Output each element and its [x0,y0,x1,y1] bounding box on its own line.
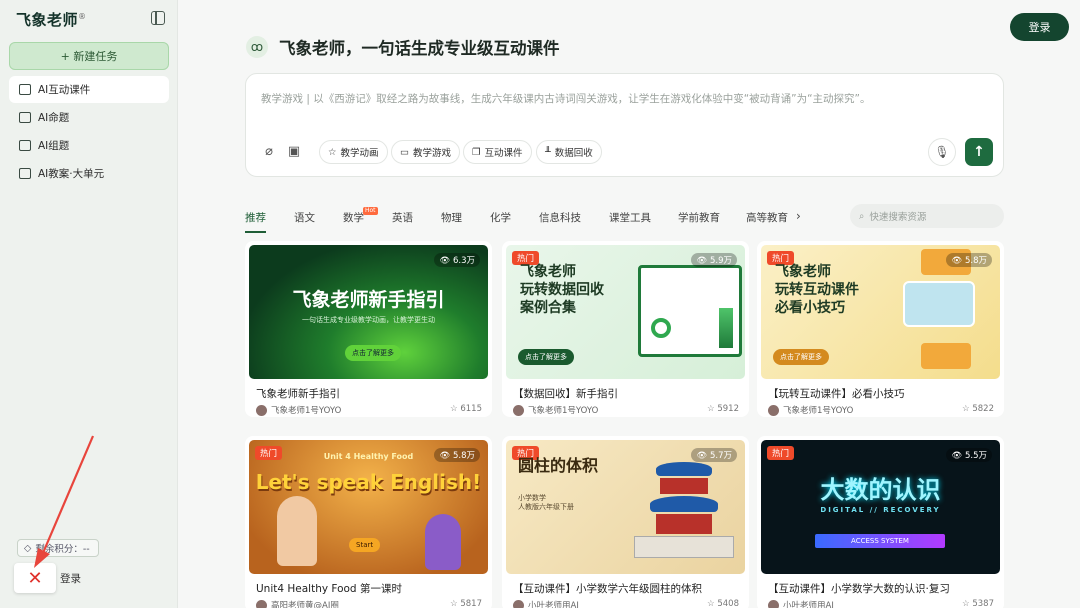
star-count: ☆ 5912 [707,404,739,414]
card-thumbnail: 飞象老师新手指引 一句话生成专业级教学动画，让教学更生动 点击了解更多 👁 6.… [249,245,488,379]
card-title: 【玩转互动课件】必看小技巧 [768,388,905,400]
chip-interactive-courseware[interactable]: ❐ 互动课件 [463,140,532,164]
points-badge: ◇ 剩余积分：-- [17,539,99,557]
tab-math[interactable]: 数学 [343,210,364,225]
card-author: 飞象老师1号YOYO [513,404,598,416]
question-icon [19,112,31,123]
avatar [256,599,267,608]
page-title: 飞象老师，一句话生成专业级互动课件 [279,39,560,58]
prompt-box[interactable]: 教学游戏 | 以《西游记》取经之路为故事线，生成六年级课内古诗词闯关游戏，让学生… [245,73,1004,177]
tab-classroom-tools[interactable]: 课堂工具 [609,210,651,225]
chip-teaching-animation[interactable]: ☆ 教学动画 [319,140,388,164]
resource-card[interactable]: 热门 大数的认识 DIGITAL // RECOVERY ACCESS SYST… [757,436,1004,608]
brand-logo-icon: ꝏ [246,36,268,58]
microphone-icon[interactable]: 🎙 [928,138,956,166]
tab-higher-ed[interactable]: 高等教育 [746,210,788,225]
card-title: 【互动课件】小学数学六年级圆柱的体积 [513,583,702,595]
sidebar-item-ai-courseware[interactable]: AI互动课件 [9,76,169,103]
resource-card[interactable]: 热门 Unit 4 Healthy Food Let's speak Engli… [245,436,492,608]
sidebar-item-label: AI教案·大单元 [38,168,105,180]
tab-recommend[interactable]: 推荐 [245,210,266,233]
sidebar-login[interactable]: ✕ 登录 [14,563,94,593]
courseware-icon [19,84,31,95]
chart-icon: ╨ [545,146,551,158]
search-input[interactable]: ⌕ 快速搜索资源 [850,204,1004,228]
sidebar-item-label: AI互动课件 [38,84,91,96]
send-button[interactable]: ↑ [965,138,993,166]
card-author: 飞象老师1号YOYO [768,404,853,416]
views-count: 👁 5.5万 [946,448,992,462]
sidebar: 飞象老师® + 新建任务 AI互动课件 AI命题 AI组题 AI教案·大单元 ◇… [0,0,178,608]
card-author: 高阳老师黄@AI圈 [256,599,339,608]
card-author: 小叶老师用AI [768,599,834,608]
dashboard-preview [638,265,742,357]
chip-data-collection[interactable]: ╨ 数据回收 [536,140,602,164]
views-count: 👁 5.8万 [434,448,480,462]
card-thumbnail: 热门 Unit 4 Healthy Food Let's speak Engli… [249,440,488,574]
star-count: ☆ 5822 [962,404,994,414]
login-button[interactable]: 登录 [1010,13,1069,41]
book-icon [19,168,31,179]
card-title: Unit4 Healthy Food 第一课时 [256,583,402,595]
views-count: 👁 5.7万 [691,448,737,462]
search-icon: ⌕ [859,210,865,222]
star-count: ☆ 5387 [962,599,994,608]
avatar [256,404,267,416]
star-count: ☆ 5408 [707,599,739,608]
card-thumbnail: 热门 大数的认识 DIGITAL // RECOVERY ACCESS SYST… [761,440,1000,574]
star-count: ☆ 5817 [450,599,482,608]
game-icon: ▭ [400,146,409,158]
new-task-button[interactable]: + 新建任务 [9,42,169,70]
sidebar-item-ai-paper[interactable]: AI组题 [9,132,169,159]
avatar [513,404,524,416]
prompt-input[interactable]: 教学游戏 | 以《西游记》取经之路为故事线，生成六年级课内古诗词闯关游戏，让学生… [261,91,870,106]
views-count: 👁 5.8万 [946,253,992,267]
sidebar-item-label: AI命题 [38,112,70,124]
sidebar-item-label: AI组题 [38,140,70,152]
sidebar-item-ai-lesson-plan[interactable]: AI教案·大单元 [9,160,169,187]
sidebar-collapse-icon[interactable] [151,11,165,25]
attachment-icon[interactable]: ⌀ [262,145,276,159]
resource-card[interactable]: 热门 飞象老师 玩转数据回收 案例合集 点击了解更多 👁 5.9万 【数据回收】… [502,241,749,417]
tab-chemistry[interactable]: 化学 [490,210,511,225]
avatar [513,599,524,608]
hot-badge: Hot [363,207,378,215]
card-title: 飞象老师新手指引 [256,388,340,400]
tab-chinese[interactable]: 语文 [294,210,315,225]
resource-card[interactable]: 飞象老师新手指引 一句话生成专业级教学动画，让教学更生动 点击了解更多 👁 6.… [245,241,492,417]
tab-physics[interactable]: 物理 [441,210,462,225]
card-title: 【互动课件】小学数学大数的认识·复习 [768,583,950,595]
chevron-right-icon[interactable]: › [796,209,801,223]
resource-card[interactable]: 热门 圆柱的体积 小学数学 人教版六年级下册 👁 5.7万 【互动课件】小学数学… [502,436,749,608]
views-count: 👁 5.9万 [691,253,737,267]
chip-teaching-game[interactable]: ▭ 教学游戏 [391,140,460,164]
card-thumbnail: 热门 飞象老师 玩转互动课件 必看小技巧 点击了解更多 👁 5.8万 [761,245,1000,379]
star-count: ☆ 6115 [450,404,482,414]
avatar [768,599,779,608]
courseware-icon: ❐ [472,146,481,158]
close-icon[interactable]: ✕ [14,563,56,593]
tab-it[interactable]: 信息科技 [539,210,581,225]
card-thumbnail: 热门 圆柱的体积 小学数学 人教版六年级下册 👁 5.7万 [506,440,745,574]
paper-icon [19,140,31,151]
views-count: 👁 6.3万 [434,253,480,267]
card-author: 飞象老师1号YOYO [256,404,341,416]
sidebar-nav: AI互动课件 AI命题 AI组题 AI教案·大单元 [9,76,169,188]
card-author: 小叶老师用AI [513,599,579,608]
card-title: 【数据回收】新手指引 [513,388,618,400]
hot-tag: 热门 [767,446,795,460]
tab-preschool[interactable]: 学前教育 [678,210,720,225]
sidebar-item-ai-question[interactable]: AI命题 [9,104,169,131]
tab-english[interactable]: 英语 [392,210,413,225]
avatar [768,404,779,416]
app-logo[interactable]: 飞象老师® [16,9,87,30]
image-icon[interactable]: ▣ [287,145,301,159]
card-thumbnail: 热门 飞象老师 玩转数据回收 案例合集 点击了解更多 👁 5.9万 [506,245,745,379]
resource-card[interactable]: 热门 飞象老师 玩转互动课件 必看小技巧 点击了解更多 👁 5.8万 【玩转互动… [757,241,1004,417]
points-icon: ◇ [24,542,32,554]
animation-icon: ☆ [328,146,337,158]
